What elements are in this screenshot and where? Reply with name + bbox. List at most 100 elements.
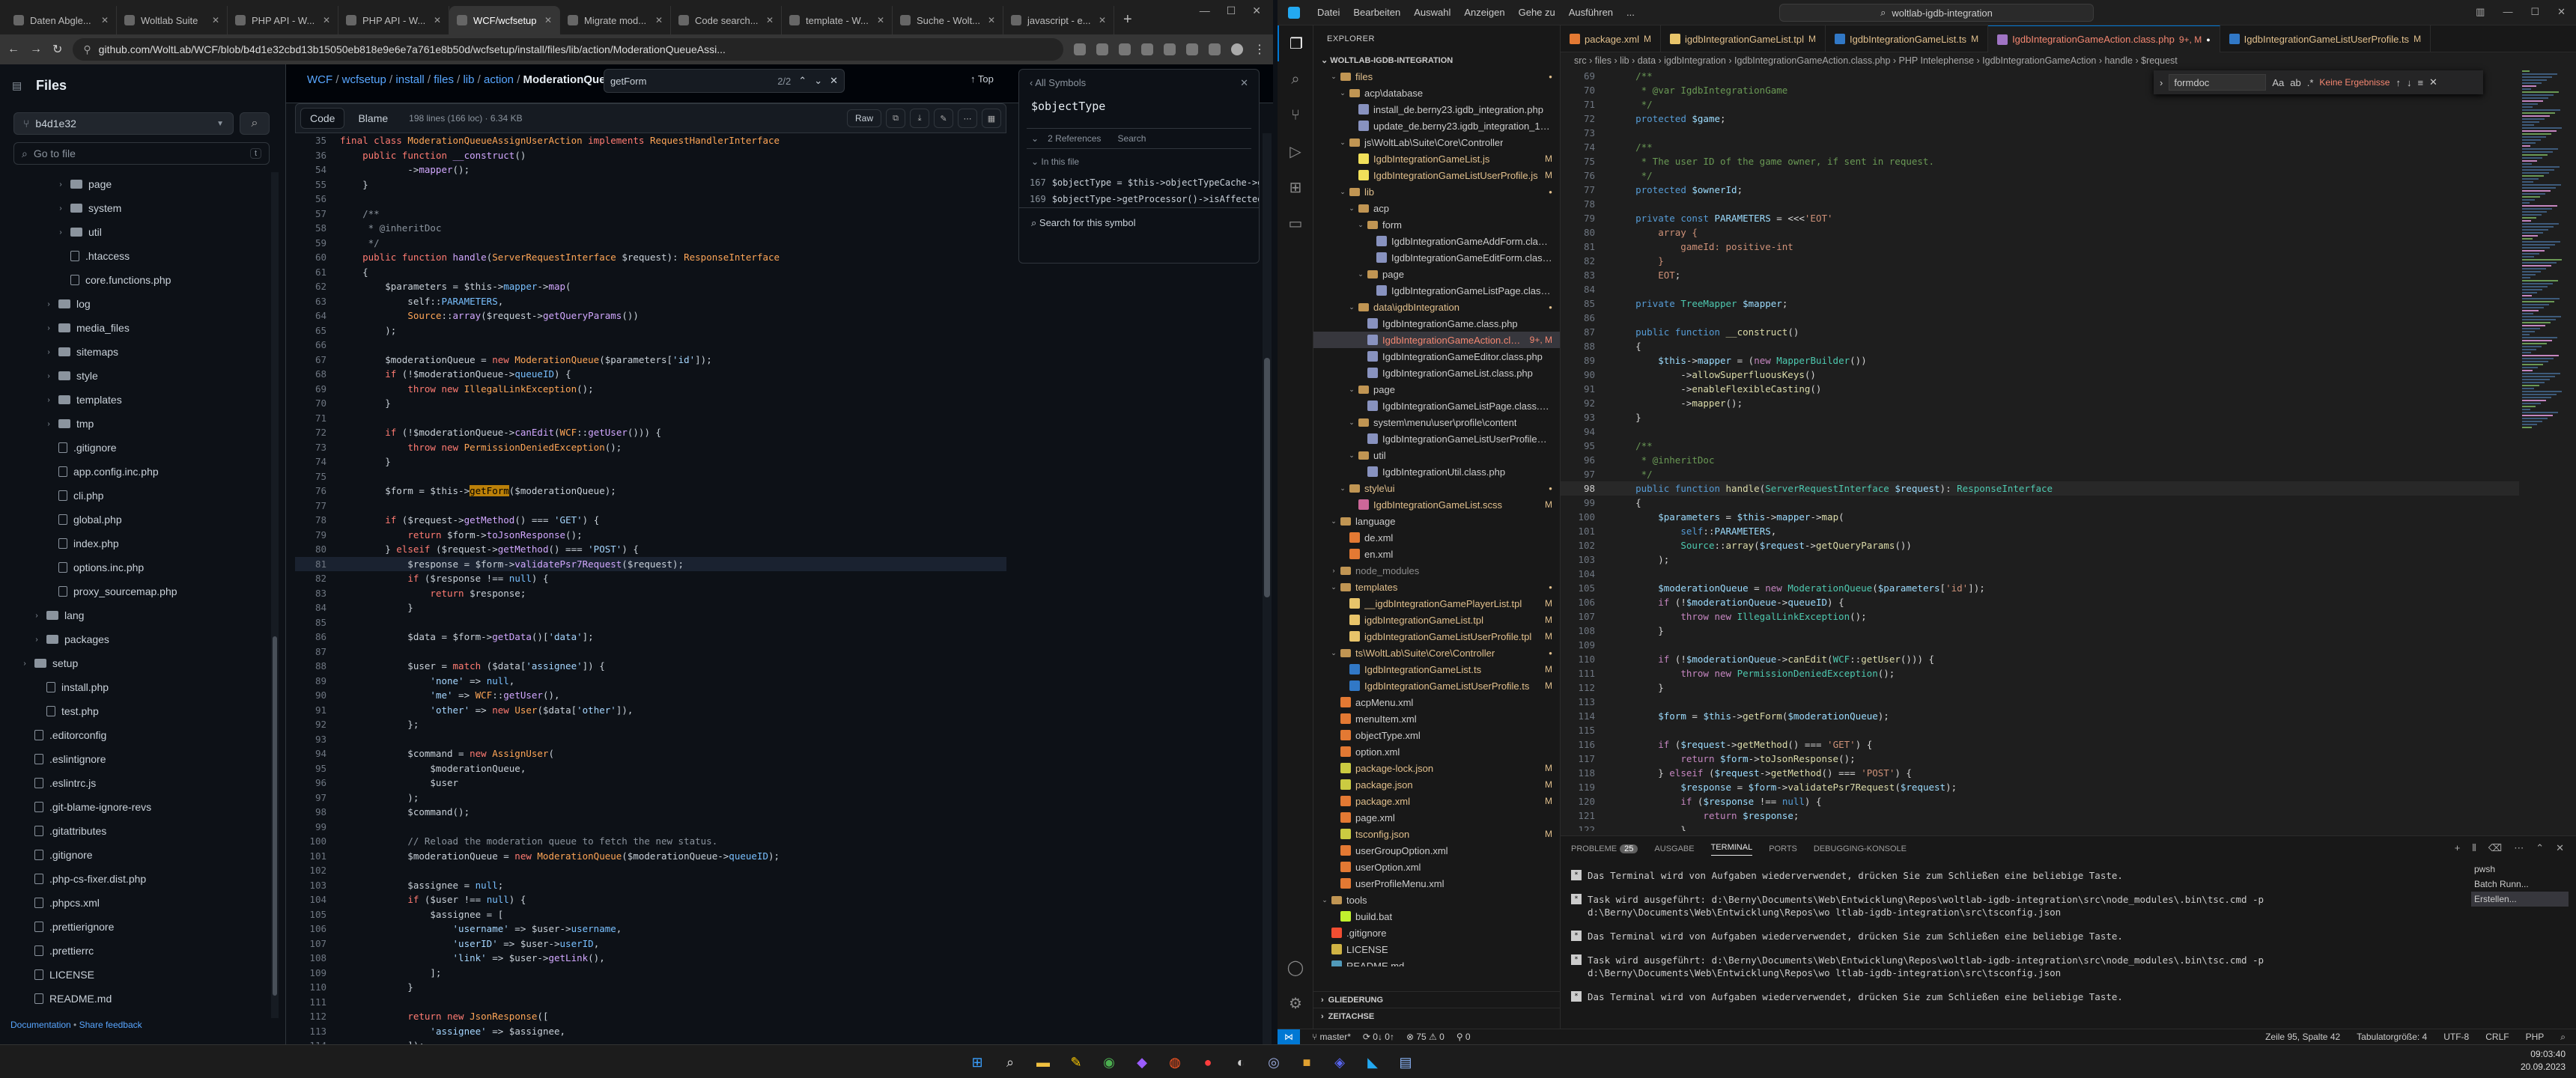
browser-tab[interactable]: Daten Abgle... ✕	[6, 6, 117, 34]
file-tree-item[interactable]: .git-blame-ignore-revs	[0, 795, 271, 819]
remote-explorer-icon[interactable]: ▭	[1278, 205, 1313, 241]
maximize-icon[interactable]: ☐	[1227, 4, 1236, 18]
explorer-item[interactable]: ⌄ js\WoltLab\Suite\Core\Controller	[1313, 134, 1560, 150]
close-tab-icon[interactable]: ✕	[318, 15, 330, 25]
steam-icon[interactable]: ◎	[1261, 1050, 1287, 1075]
explorer-item[interactable]: IgdbIntegrationGameList.scss M	[1313, 496, 1560, 513]
chevron-right-icon[interactable]: ›	[43, 372, 54, 380]
explorer-item[interactable]: ⌄ acp	[1313, 200, 1560, 216]
settings-gear-icon[interactable]: ⚙	[1278, 985, 1313, 1021]
explorer-section[interactable]: › ZEITACHSE	[1313, 1008, 1561, 1024]
file-tree-item[interactable]: options.inc.php	[0, 555, 271, 579]
branch-status[interactable]: ⑂ master*	[1312, 1032, 1351, 1042]
explorer-item[interactable]: IgdbIntegrationGameAddForm.class.php	[1313, 233, 1560, 249]
explorer-item[interactable]: IgdbIntegrationGameListPage.class.php	[1313, 282, 1560, 299]
selection-icon[interactable]: ≡	[2417, 77, 2423, 88]
extension-icon[interactable]	[1186, 43, 1198, 55]
symbols-panel-icon[interactable]: ▦	[982, 109, 1001, 128]
panel-tab[interactable]: TERMINAL	[1710, 843, 1753, 856]
explorer-item[interactable]: IgdbIntegrationGame.class.php	[1313, 315, 1560, 332]
chevron-right-icon[interactable]: ›	[43, 348, 54, 356]
file-tree-item[interactable]: .gitattributes	[0, 819, 271, 843]
maximize-icon[interactable]: ☐	[2530, 6, 2539, 18]
explorer-item[interactable]: ⌄ page	[1313, 266, 1560, 282]
browser-tab[interactable]: Woltlab Suite ✕	[117, 6, 228, 34]
code-editor[interactable]: 69 /** 70 * @var IgdbIntegrationGame 71 */…	[1561, 69, 2519, 831]
chevron-right-icon[interactable]: ›	[55, 180, 66, 189]
raw-button[interactable]: Raw	[846, 109, 881, 127]
status-item[interactable]: Tabulatorgröße: 4	[2357, 1032, 2427, 1043]
editor-breadcrumb[interactable]: src › files › lib › data › igdbIntegrati…	[1561, 52, 2576, 69]
download-icon[interactable]: ⤓	[910, 109, 929, 128]
start-menu-icon[interactable]: ⊞	[965, 1050, 990, 1075]
reference-item[interactable]: 167 $objectType = $this->objectTypeCache-…	[1019, 174, 1259, 191]
regex-icon[interactable]: .*	[2307, 77, 2314, 88]
file-tree-item[interactable]: › lang	[0, 603, 271, 627]
explorer-item[interactable]: userGroupOption.xml	[1313, 842, 1560, 859]
editor-tab[interactable]: package.xml M	[1561, 25, 1661, 52]
file-tree-item[interactable]: .eslintrc.js	[0, 771, 271, 795]
source-control-icon[interactable]: ⑂	[1278, 97, 1313, 133]
close-icon[interactable]: ✕	[2557, 6, 2566, 18]
firefox-icon[interactable]: ◍	[1162, 1050, 1188, 1075]
panel-tab[interactable]: AUSGABE	[1654, 844, 1694, 853]
explorer-item[interactable]: IgdbIntegrationGameList.ts M	[1313, 661, 1560, 677]
explorer-item[interactable]: menuItem.xml	[1313, 710, 1560, 727]
chevron-right-icon[interactable]: ›	[43, 300, 54, 308]
file-tree-item[interactable]: .eslintignore	[0, 747, 271, 771]
extension-icon[interactable]	[1141, 43, 1153, 55]
file-tree-item[interactable]: .gitignore	[0, 843, 271, 867]
explorer-item[interactable]: IgdbIntegrationGameListUserProfileMenuC.…	[1313, 430, 1560, 447]
top-button[interactable]: ↑ Top	[970, 73, 994, 85]
explorer-item[interactable]: en.xml	[1313, 546, 1560, 562]
explorer-item[interactable]: ⌄ lib ●	[1313, 183, 1560, 200]
status-item[interactable]: ⌕	[2560, 1032, 2566, 1043]
file-tree-item[interactable]: core.functions.php	[0, 268, 271, 292]
search-for-symbol-link[interactable]: ⌕ Search for this symbol	[1019, 207, 1259, 238]
chevron-right-icon[interactable]: ›	[19, 660, 30, 668]
breadcrumb-link[interactable]: lib	[463, 73, 474, 86]
file-tree-item[interactable]: .prettierignore	[0, 915, 271, 939]
documentation-link[interactable]: Documentation	[10, 1020, 71, 1030]
browser-tab[interactable]: Migrate mod... ✕	[560, 6, 671, 34]
menu-item[interactable]: Anzeigen	[1457, 7, 1511, 18]
browser-tab[interactable]: WCF/wcfsetup ✕	[449, 6, 560, 34]
sidebar-scrollbar[interactable]	[271, 172, 279, 1018]
workspace-root[interactable]: ⌄ WOLTLAB-IGDB-INTEGRATION	[1313, 52, 1560, 68]
remote-icon[interactable]: ⋈	[1278, 1029, 1300, 1044]
file-tree-item[interactable]: install.php	[0, 675, 271, 699]
explorer-item[interactable]: ⌄ ts\WoltLab\Suite\Core\Controller ●	[1313, 645, 1560, 661]
chevron-right-icon[interactable]: ›	[43, 324, 54, 332]
editor-tab[interactable]: IgdbIntegrationGameListUserProfile.ts M	[2220, 25, 2431, 52]
search-icon[interactable]: ⌕	[1278, 61, 1313, 97]
file-tree-item[interactable]: index.php	[0, 532, 271, 555]
status-item[interactable]: UTF-8	[2443, 1032, 2469, 1043]
explorer-item[interactable]: › node_modules	[1313, 562, 1560, 579]
profile-avatar[interactable]	[1231, 43, 1243, 55]
file-tree-item[interactable]: › packages	[0, 627, 271, 651]
explorer-item[interactable]: IgdbIntegrationGameEditForm.class.php	[1313, 249, 1560, 266]
explorer-item[interactable]: ⌄ files ●	[1313, 68, 1560, 85]
share-feedback-link[interactable]: Share feedback	[79, 1020, 142, 1030]
code-tab[interactable]: Code	[300, 108, 345, 129]
chevron-right-icon[interactable]: ›	[31, 612, 42, 620]
browser-tab[interactable]: PHP API - W... ✕	[338, 6, 449, 34]
chevron-right-icon[interactable]: ›	[43, 420, 54, 428]
file-explorer-icon[interactable]: ▬	[1030, 1050, 1056, 1075]
close-tab-icon[interactable]: ✕	[872, 15, 884, 25]
close-tab-icon[interactable]: ✕	[429, 15, 441, 25]
reload-icon[interactable]: ↻	[52, 42, 62, 57]
explorer-item[interactable]: ⌄ system\menu\user\profile\content	[1313, 414, 1560, 430]
explorer-item[interactable]: LICENSE	[1313, 941, 1560, 957]
close-tab-icon[interactable]: ✕	[1094, 15, 1106, 25]
explorer-item[interactable]: IgdbIntegrationGameAction.class.php 9+, M	[1313, 332, 1560, 348]
search-button[interactable]: ⌕	[240, 112, 270, 135]
new-tab-icon[interactable]: +	[1114, 11, 1141, 34]
breadcrumb-link[interactable]: WCF	[307, 73, 332, 86]
file-tree-item[interactable]: › sitemaps	[0, 340, 271, 364]
explorer-item[interactable]: install_de.berny23.igdb_integration.php	[1313, 101, 1560, 118]
explorer-item[interactable]: igdbIntegrationGameListUserProfile.tpl M	[1313, 628, 1560, 645]
terminal-instance[interactable]: Erstellen...	[2471, 892, 2569, 907]
arrow-up-icon[interactable]: ↑	[2396, 77, 2401, 88]
chevron-right-icon[interactable]: ›	[31, 636, 42, 644]
